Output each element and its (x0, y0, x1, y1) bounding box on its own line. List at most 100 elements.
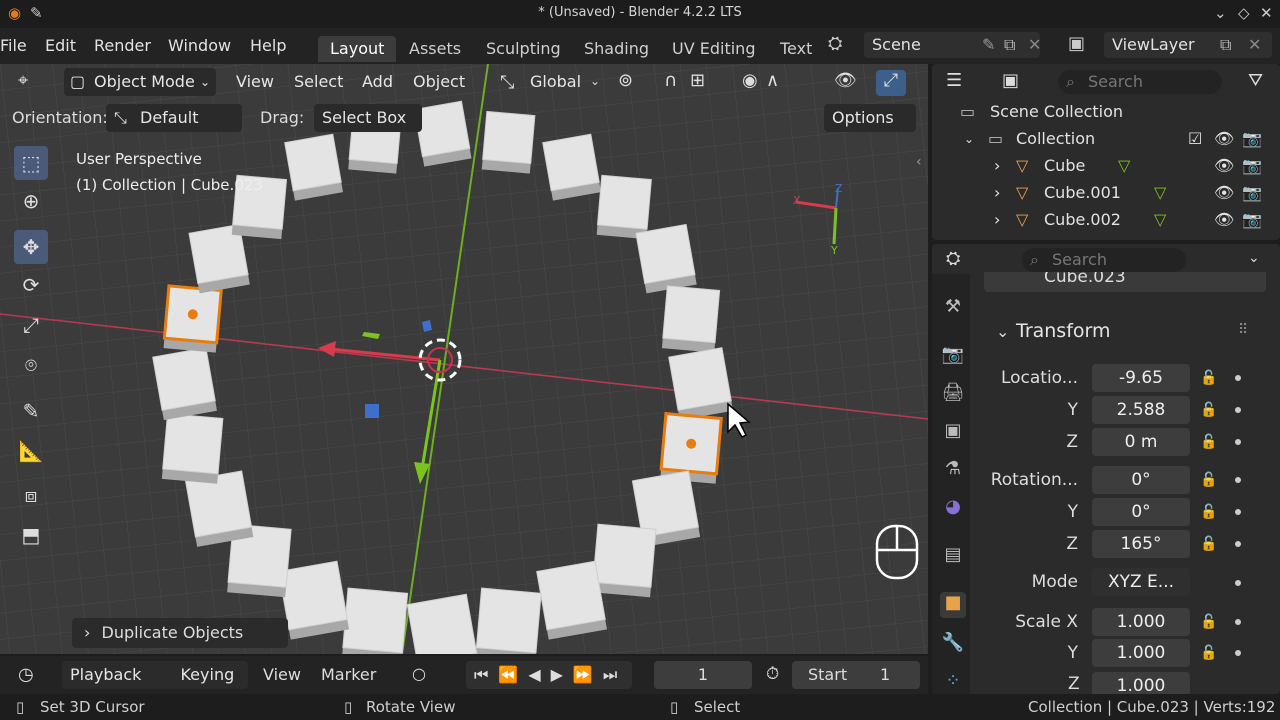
cube-object[interactable] (592, 523, 657, 598)
keyframe-dot-icon[interactable] (1235, 509, 1241, 515)
scene-selector[interactable]: Scene ✎ ⧉ ✕ (864, 32, 1041, 58)
display-mode-icon[interactable]: ▣ (1002, 70, 1019, 91)
copy-icon[interactable]: ⧉ (1004, 32, 1015, 58)
menu-select[interactable]: Select (294, 68, 343, 96)
visibility-icon[interactable]: 👁 (834, 70, 857, 91)
chevron-down-icon[interactable]: ⌄ (964, 132, 974, 146)
pin-icon[interactable]: ✎ (982, 32, 995, 58)
cube-object[interactable] (659, 411, 723, 484)
object-mode-dropdown[interactable]: ▢ Object Mode ⌄ (64, 68, 216, 96)
editor-type-icon[interactable]: ⌖ (18, 70, 28, 91)
cube-object[interactable] (278, 560, 350, 640)
collection-row[interactable]: ⌄ ▭ Collection ☑ 👁 📷 (932, 129, 1280, 156)
tab-text[interactable]: Text (768, 36, 812, 62)
lock-icon[interactable]: 🔓 (1200, 402, 1218, 420)
gizmo-toggle-icon[interactable]: ⤢ (876, 70, 906, 96)
cube-object[interactable] (635, 223, 697, 294)
annotate-tool-icon[interactable]: ✎ (14, 394, 48, 428)
nav-y-axis[interactable] (832, 207, 838, 245)
menu-window[interactable]: Window (168, 36, 231, 55)
cube-object[interactable] (542, 133, 602, 201)
outliner-item[interactable]: › ▽ Cube.001 ▽ 👁 📷 (932, 183, 1280, 210)
properties-editor-icon[interactable]: ⛭ (946, 248, 960, 269)
tool-tab-icon[interactable]: ⚒ (940, 296, 966, 322)
camera-icon[interactable]: 📷 (1242, 210, 1262, 229)
cursor-tool-icon[interactable]: ⊕ (14, 184, 48, 218)
cube-object[interactable] (162, 284, 223, 353)
keyframe-dot-icon[interactable] (1235, 439, 1241, 445)
keyframe-dot-icon[interactable] (1235, 650, 1241, 656)
checkbox-icon[interactable]: ☑ (1188, 129, 1202, 148)
menu-object[interactable]: Object (413, 68, 465, 96)
chevron-right-icon[interactable]: › (994, 156, 1000, 175)
eye-icon[interactable]: 👁 (1214, 210, 1234, 229)
location-y-field[interactable]: 2.588 (1092, 396, 1190, 424)
scene-collection-row[interactable]: ▭ Scene Collection (932, 102, 1280, 129)
cube-object[interactable] (668, 347, 734, 421)
collection-tab-icon[interactable]: ▤ (940, 544, 966, 570)
copy-icon[interactable]: ⧉ (1220, 32, 1231, 58)
cube-object[interactable] (661, 285, 721, 353)
gizmo-plane-handle[interactable] (365, 404, 379, 418)
lock-icon[interactable]: 🔓 (1200, 472, 1218, 490)
location-z-field[interactable]: 0 m (1092, 428, 1190, 456)
chevron-down-icon[interactable]: ⌄ (996, 322, 1009, 341)
object-tab-icon[interactable]: ■ (940, 592, 966, 618)
modifier-tab-icon[interactable]: 🔧 (940, 632, 966, 658)
transform-orientation[interactable]: Global (530, 68, 581, 96)
keyframe-dot-icon[interactable] (1235, 541, 1241, 547)
rotate-tool-icon[interactable]: ⟳ (14, 268, 48, 302)
pivot-icon[interactable]: ⊚ (618, 70, 633, 91)
world-tab-icon[interactable]: ◕ (940, 496, 966, 522)
scene-tab-icon[interactable]: ⚗ (940, 458, 966, 484)
options-dropdown[interactable]: Options (824, 104, 916, 132)
cube-object[interactable] (184, 470, 254, 547)
cube-tool-icon[interactable]: ⬒ (14, 518, 48, 552)
cube-object[interactable] (475, 587, 542, 654)
falloff-icon[interactable]: ∧ (766, 70, 779, 91)
lock-icon[interactable]: 🔓 (1200, 504, 1218, 522)
outliner-editor-icon[interactable]: ☰ (946, 70, 962, 91)
drag-dropdown[interactable]: Select Box (314, 104, 422, 132)
start-frame-field[interactable]: Start 1 (792, 661, 920, 689)
keyframe-dot-icon[interactable] (1235, 477, 1241, 483)
menu-keying[interactable]: Keying (180, 665, 234, 684)
tab-layout[interactable]: Layout (318, 36, 397, 62)
menu-view[interactable]: View (263, 665, 301, 684)
location-x-field[interactable]: -9.65 (1092, 364, 1190, 392)
tab-assets[interactable]: Assets (397, 36, 473, 62)
chevron-right-icon[interactable]: › (994, 183, 1000, 202)
keyframe-dot-icon[interactable] (1235, 580, 1241, 586)
move-tool-icon[interactable]: ✥ (14, 230, 48, 264)
close-icon[interactable]: ✕ (1260, 4, 1273, 22)
outliner-item[interactable]: › ▽ Cube ▽ 👁 📷 (932, 156, 1280, 183)
scale-z-field[interactable]: 1.000 (1092, 672, 1190, 694)
view-layer-selector[interactable]: ViewLayer ⧉ ✕ (1104, 32, 1272, 58)
properties-search-input[interactable]: ⌕ Search (1022, 248, 1186, 272)
playback-controls[interactable]: ⏮⏪◀▶⏩⏭ (466, 661, 632, 689)
filter-icon[interactable]: ⛛ (1248, 70, 1263, 91)
sidebar-toggle-icon[interactable]: ‹ (916, 154, 922, 170)
last-operation-panel[interactable]: › Duplicate Objects (72, 618, 288, 648)
lock-icon[interactable]: 🔓 (1200, 645, 1218, 663)
keyframe-dot-icon[interactable] (1235, 407, 1241, 413)
chevron-down-icon[interactable]: ⌄ (1248, 250, 1260, 266)
cube-object[interactable] (406, 593, 479, 654)
view-layer-tab-icon[interactable]: ▣ (940, 420, 966, 446)
lock-icon[interactable]: 🔓 (1200, 434, 1218, 452)
object-name-field[interactable]: Cube.023 (984, 272, 1266, 292)
cube-object[interactable] (596, 174, 652, 240)
close-icon[interactable]: ✕ (1248, 32, 1261, 58)
chevron-right-icon[interactable]: › (994, 210, 1000, 229)
tab-uv-editing[interactable]: UV Editing (660, 36, 767, 62)
transform-panel-title[interactable]: Transform (1016, 320, 1111, 342)
eye-icon[interactable]: 👁 (1214, 156, 1234, 175)
menu-add[interactable]: Add (362, 68, 393, 96)
timeline-editor-icon[interactable]: ◷ (18, 664, 34, 685)
stopwatch-icon[interactable]: ⏱ (766, 664, 779, 684)
current-frame-field[interactable]: 1 (654, 661, 752, 689)
cube-object[interactable] (413, 100, 472, 167)
add-cube-tool-icon[interactable]: ⧈ (14, 478, 48, 512)
lock-icon[interactable]: 🔓 (1200, 614, 1218, 632)
3d-viewport[interactable]: X Y Z ⌖ ▢ Object Mode ⌄ View Select Add … (0, 64, 928, 654)
